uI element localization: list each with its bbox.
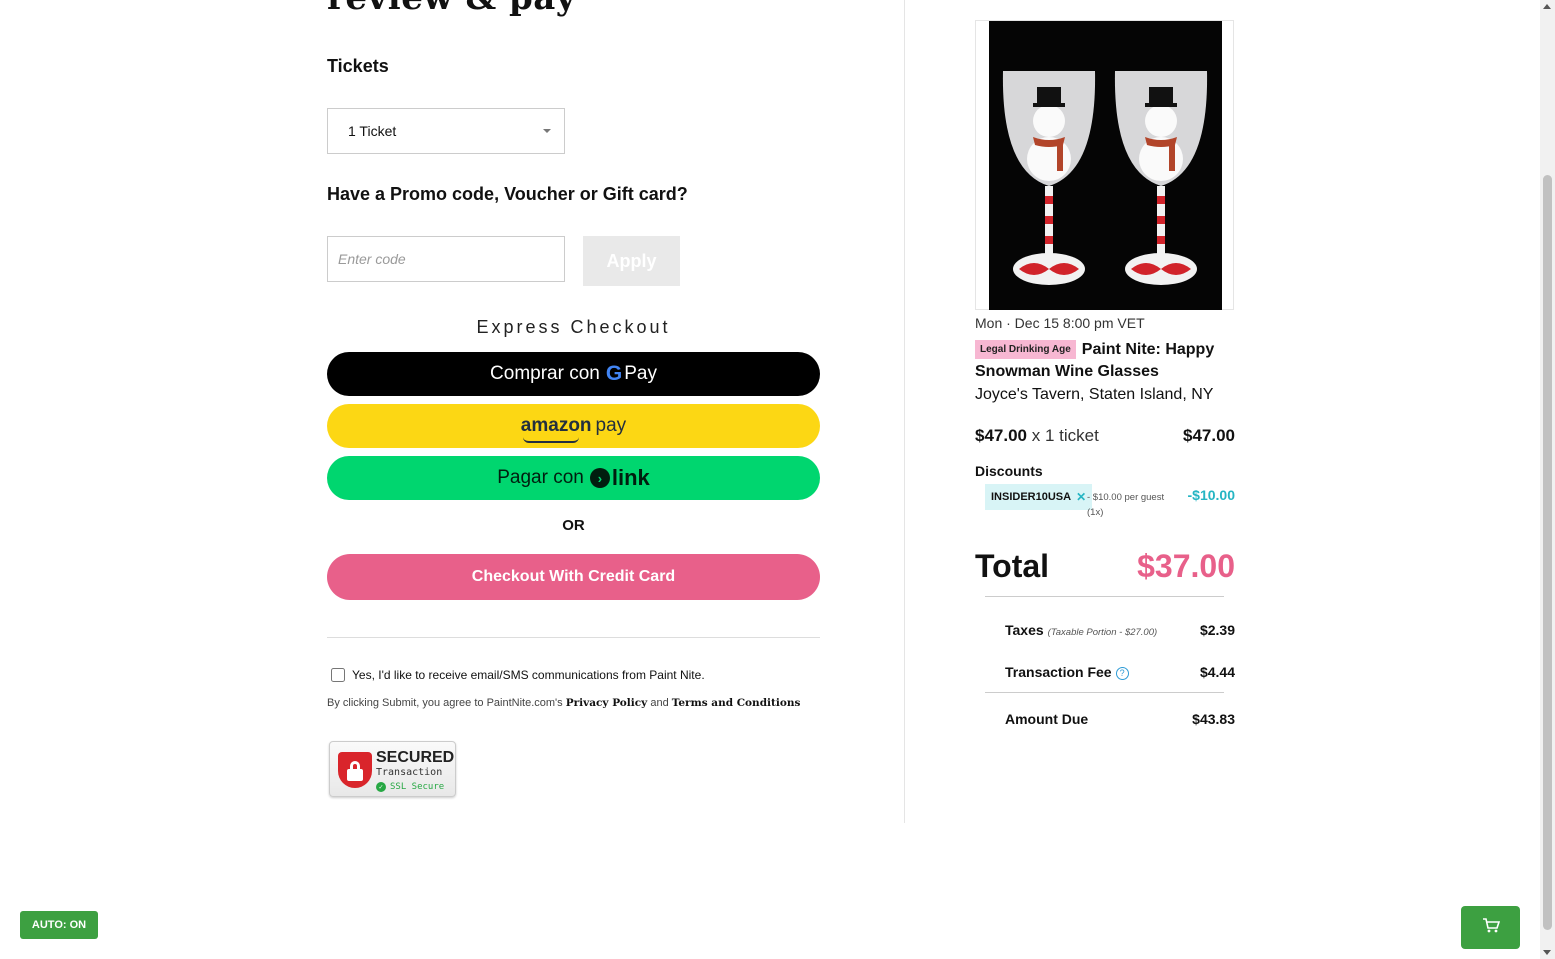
price-breakdown: $47.00 x 1 ticket — [975, 426, 1099, 446]
cart-button[interactable] — [1461, 906, 1520, 949]
event-date: Mon · Dec 15 8:00 pm VET — [975, 315, 1145, 331]
column-divider — [904, 0, 905, 823]
link-arrow-icon: › — [589, 468, 610, 488]
discount-chip: INSIDER10USA ✕ — [985, 484, 1093, 510]
chevron-down-icon — [543, 129, 551, 133]
link-logo: link — [611, 465, 650, 490]
transaction-fee-amount: $4.44 — [1199, 664, 1235, 680]
legal-prefix: By clicking Submit, you agree to PaintNi… — [327, 697, 563, 709]
taxes-note: (Taxable Portion - $27.00) — [1047, 627, 1158, 638]
scroll-down-icon[interactable] — [1543, 950, 1551, 955]
line-total: $47.00 — [1183, 426, 1235, 445]
ticket-select-value: 1 Ticket — [348, 123, 397, 139]
or-separator: OR — [562, 517, 585, 534]
total-amount: $37.00 — [1137, 548, 1235, 584]
amazon-pay-word: pay — [595, 415, 627, 436]
discount-code: INSIDER10USA — [991, 491, 1072, 503]
amount-due-label: Amount Due — [1005, 711, 1089, 727]
event-image — [975, 20, 1234, 310]
link-pay-button[interactable]: Pagar con › link — [327, 456, 820, 500]
ssl-secure-text: ✓ SSL Secure — [376, 782, 444, 792]
amount-due-row: Amount Due $43.83 — [1005, 711, 1235, 727]
help-icon[interactable]: ? — [1115, 666, 1129, 680]
ticket-quantity-select[interactable]: 1 Ticket — [327, 108, 565, 154]
express-checkout-title: Express Checkout — [476, 317, 671, 337]
price-row: $47.00 x 1 ticket $47.00 — [975, 426, 1235, 446]
gpay-prefix: Comprar con — [490, 363, 600, 384]
age-badge: Legal Drinking Age — [975, 340, 1076, 359]
marketing-optin-label: Yes, I'd like to receive email/SMS commu… — [352, 668, 705, 682]
auto-toggle-button[interactable]: AUTO: ON — [20, 911, 98, 939]
ssl-secured-badge: SECURED Transaction ✓ SSL Secure — [329, 741, 456, 797]
taxes-amount: $2.39 — [1199, 622, 1235, 638]
discount-amount: -$10.00 — [1187, 487, 1235, 503]
google-g-icon: G — [605, 362, 623, 385]
amount-due-value: $43.83 — [1192, 711, 1235, 727]
total-label: Total — [975, 548, 1050, 584]
close-icon[interactable]: ✕ — [1076, 490, 1086, 504]
privacy-policy-link[interactable]: Privacy Policy — [566, 697, 648, 709]
due-divider — [985, 692, 1224, 693]
scroll-up-icon[interactable] — [1543, 4, 1551, 9]
gpay-pay-word: Pay — [624, 363, 657, 384]
tickets-label: Tickets — [327, 56, 389, 76]
link-prefix: Pagar con — [497, 467, 584, 488]
wine-glasses-photo — [989, 21, 1222, 310]
promo-code-input[interactable] — [327, 236, 565, 282]
quantity-text: x 1 ticket — [1031, 426, 1099, 445]
event-title-block: Legal Drinking Age Paint Nite: Happy Snow… — [975, 339, 1237, 383]
ssl-transaction-text: Transaction — [376, 767, 443, 778]
transaction-fee-label: Transaction Fee — [1005, 664, 1112, 680]
checkout-credit-card-button[interactable]: Checkout With Credit Card — [327, 554, 820, 600]
scrollbar-thumb[interactable] — [1543, 175, 1552, 930]
amazon-pay-button[interactable]: amazon pay — [327, 404, 820, 448]
taxes-label: Taxes — [1005, 622, 1044, 638]
section-divider — [327, 637, 820, 638]
marketing-optin[interactable]: Yes, I'd like to receive email/SMS commu… — [331, 668, 705, 682]
promo-label: Have a Promo code, Voucher or Gift card? — [327, 184, 688, 204]
amazon-logo: amazon — [521, 415, 592, 443]
page-heading: review & pay — [327, 0, 576, 18]
amazon-smile-icon — [522, 437, 579, 443]
unit-price: $47.00 — [975, 426, 1027, 445]
legal-and: and — [650, 697, 669, 709]
terms-link[interactable]: Terms and Conditions — [672, 697, 801, 709]
event-venue: Joyce's Tavern, Staten Island, NY — [975, 386, 1214, 403]
google-pay-button[interactable]: Comprar con G Pay — [327, 352, 820, 396]
check-icon: ✓ — [376, 782, 386, 792]
transaction-fee-row: Transaction Fee? $4.44 — [1005, 664, 1235, 680]
cart-icon — [1482, 918, 1500, 933]
discounts-label: Discounts — [975, 463, 1043, 479]
total-divider — [985, 596, 1224, 597]
discount-note: - $10.00 per guest (1x) — [1087, 492, 1165, 518]
page-scrollbar[interactable] — [1540, 0, 1555, 959]
marketing-optin-checkbox[interactable] — [331, 668, 345, 682]
ssl-secured-text: SECURED — [376, 749, 455, 766]
legal-notice: By clicking Submit, you agree to PaintNi… — [327, 697, 800, 709]
taxes-row: Taxes (Taxable Portion - $27.00) $2.39 — [1005, 622, 1235, 638]
apply-button[interactable]: Apply — [583, 236, 680, 286]
